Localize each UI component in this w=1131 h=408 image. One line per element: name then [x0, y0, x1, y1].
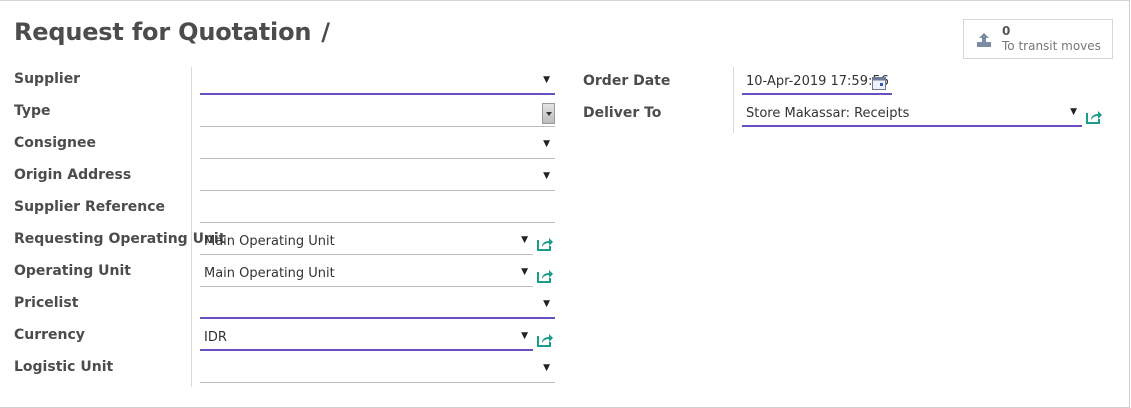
to-transit-moves-button[interactable]: 0 To transit moves — [963, 19, 1113, 59]
supplier-select[interactable]: ▼ — [200, 71, 555, 95]
label-currency: Currency — [14, 327, 85, 343]
label-logistic-unit: Logistic Unit — [14, 359, 114, 375]
chevron-down-icon: ▼ — [543, 171, 550, 181]
dropdown-spin-icon[interactable] — [542, 103, 555, 124]
chevron-down-icon: ▼ — [521, 235, 528, 245]
chevron-down-icon: ▼ — [521, 267, 528, 277]
label-supplier: Supplier — [14, 71, 81, 87]
form-sheet: Request for Quotation / 0 To transit move… — [0, 0, 1130, 408]
chevron-down-icon: ▼ — [543, 363, 550, 373]
requesting-operating-unit-select[interactable]: Main Operating Unit ▼ — [200, 231, 533, 255]
consignee-select[interactable]: ▼ — [200, 135, 555, 159]
label-supplier-reference: Supplier Reference — [14, 199, 165, 215]
chevron-down-icon: ▼ — [543, 75, 550, 85]
transit-moves-label: To transit moves — [1002, 39, 1101, 53]
operating-unit-select[interactable]: Main Operating Unit ▼ — [200, 263, 533, 287]
label-deliver-to: Deliver To — [583, 105, 662, 121]
external-link-icon[interactable] — [537, 236, 554, 251]
order-date-value: 10-Apr-2019 17:59:56 — [746, 74, 889, 89]
page-title: Request for Quotation / — [14, 18, 330, 46]
chevron-down-icon: ▼ — [543, 139, 550, 149]
label-requesting-operating-unit: Requesting Operating Unit — [14, 231, 226, 247]
currency-select[interactable]: IDR ▼ — [200, 327, 533, 351]
calendar-icon[interactable] — [872, 77, 886, 90]
external-link-icon[interactable] — [1086, 109, 1103, 124]
requesting-operating-unit-value: Main Operating Unit — [204, 234, 335, 249]
currency-value: IDR — [204, 330, 227, 345]
label-pricelist: Pricelist — [14, 295, 79, 311]
supplier-reference-input[interactable] — [200, 199, 555, 223]
right-label-divider — [733, 67, 734, 133]
label-consignee: Consignee — [14, 135, 96, 151]
origin-address-select[interactable]: ▼ — [200, 167, 555, 191]
deliver-to-select[interactable]: Store Makassar: Receipts ▼ — [742, 103, 1082, 127]
type-select[interactable] — [200, 103, 555, 127]
page-title-text: Request for Quotation — [14, 18, 312, 46]
label-order-date: Order Date — [583, 73, 671, 89]
logistic-unit-select[interactable]: ▼ — [200, 359, 555, 383]
upload-icon — [977, 33, 991, 47]
pricelist-select[interactable]: ▼ — [200, 295, 555, 319]
label-operating-unit: Operating Unit — [14, 263, 131, 279]
label-origin-address: Origin Address — [14, 167, 132, 183]
chevron-down-icon: ▼ — [521, 331, 528, 341]
order-date-input[interactable]: 10-Apr-2019 17:59:56 — [742, 71, 892, 95]
label-type: Type — [14, 103, 51, 119]
transit-moves-count: 0 — [1002, 24, 1011, 38]
external-link-icon[interactable] — [537, 268, 554, 283]
label-divider — [191, 67, 192, 387]
title-separator: / — [321, 18, 330, 46]
deliver-to-value: Store Makassar: Receipts — [746, 106, 910, 121]
external-link-icon[interactable] — [537, 332, 554, 347]
operating-unit-value: Main Operating Unit — [204, 266, 335, 281]
chevron-down-icon: ▼ — [543, 299, 550, 309]
chevron-down-icon: ▼ — [1070, 107, 1077, 117]
